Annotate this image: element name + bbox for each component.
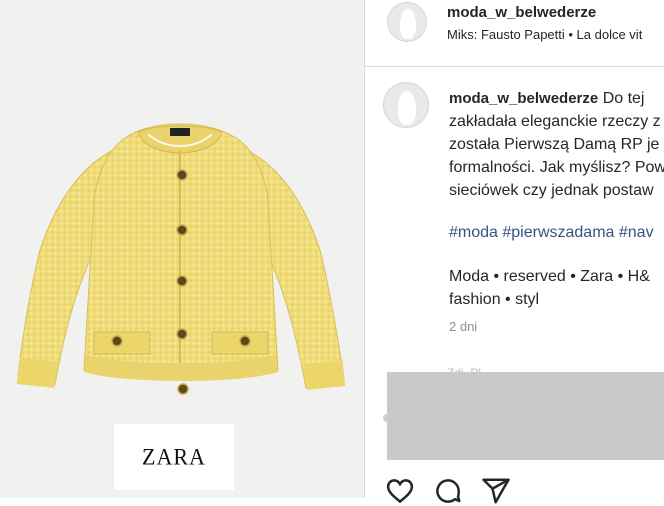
zara-logo: ZARA <box>142 443 206 470</box>
heart-icon[interactable] <box>385 476 415 506</box>
comment-icon[interactable] <box>433 476 463 506</box>
tags-line: fashion • styl <box>449 291 540 308</box>
share-icon[interactable] <box>481 476 511 506</box>
header-username[interactable]: moda_w_belwederze <box>447 4 596 21</box>
post-image[interactable]: ZARA <box>0 0 364 498</box>
redacted-block <box>387 372 664 460</box>
yellow-cardigan-image <box>16 123 346 395</box>
post-time[interactable]: 2 dni <box>449 319 477 334</box>
avatar[interactable] <box>387 2 427 42</box>
hashtags[interactable]: #moda #pierwszadama #nav <box>449 222 654 244</box>
zara-logo-box: ZARA <box>114 424 234 490</box>
caption-line: formalności. Jak myślisz? Pow <box>449 159 664 176</box>
tags-line: Moda • reserved • Zara • H& <box>449 268 650 285</box>
music-label[interactable]: Miks: Fausto Papetti • La dolce vit <box>447 27 642 42</box>
caption-avatar[interactable] <box>383 82 429 128</box>
post-details-panel: moda_w_belwederze Miks: Fausto Papetti •… <box>364 0 664 504</box>
caption-text-start: Do tej <box>602 90 645 107</box>
caption-username[interactable]: moda_w_belwederze <box>449 90 598 107</box>
caption-first-line: moda_w_belwederze Do tej <box>449 88 644 110</box>
action-bar <box>385 476 511 506</box>
caption-line: sieciówek czy jednak postaw <box>449 182 654 199</box>
caption-line: zakładała eleganckie rzeczy z <box>449 113 661 130</box>
post-header: moda_w_belwederze Miks: Fausto Papetti •… <box>365 0 664 67</box>
caption-line: została Pierwszą Damą RP je <box>449 136 660 153</box>
